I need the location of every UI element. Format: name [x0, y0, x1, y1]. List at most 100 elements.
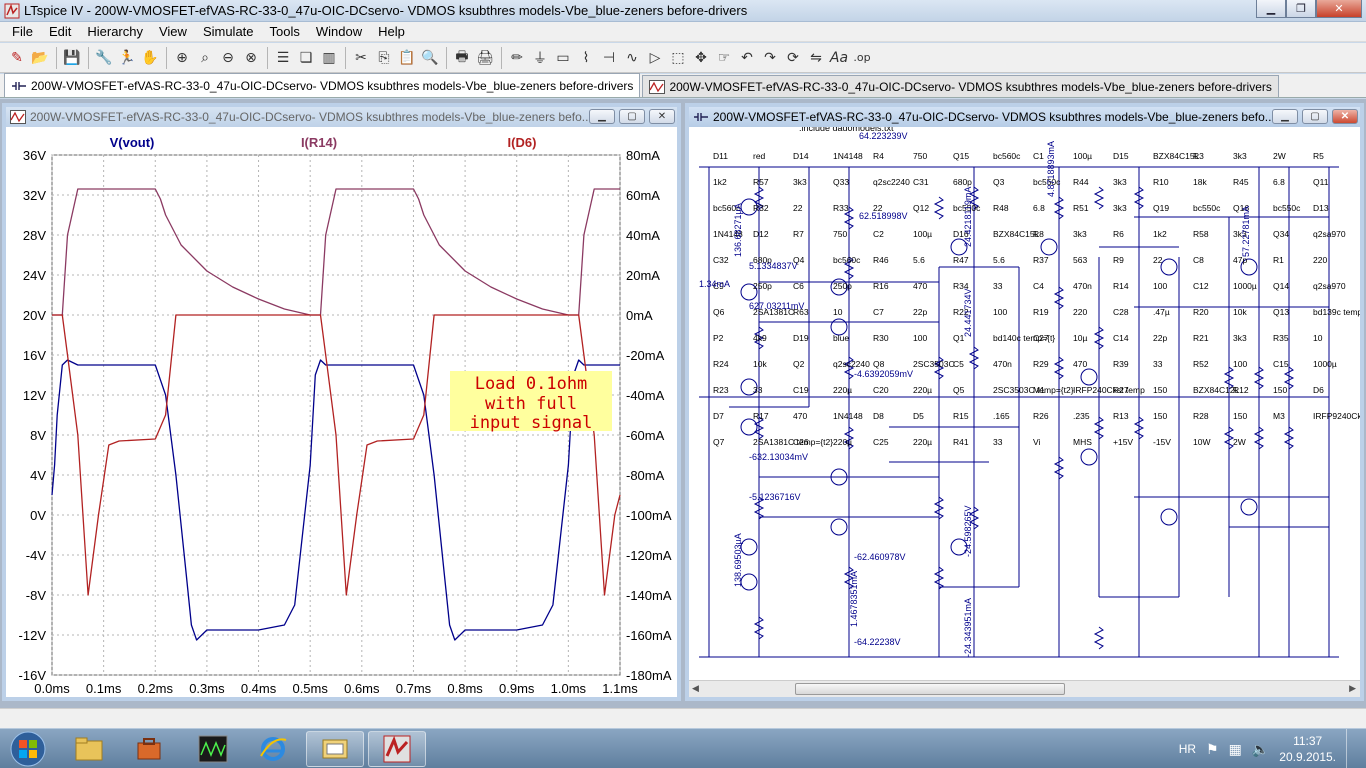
menu-simulate[interactable]: Simulate: [195, 24, 262, 39]
undo-icon[interactable]: ↶: [736, 47, 758, 69]
taskbar-explorer[interactable]: [60, 731, 118, 767]
print-icon[interactable]: 🖨: [474, 47, 496, 69]
window-controls: ▁ ❐ ✕: [1256, 0, 1362, 18]
halt-icon[interactable]: ✋: [139, 47, 161, 69]
spice-directive[interactable]: .include dadomodels.txt: [799, 127, 894, 133]
schematic-canvas[interactable]: D11 red D14 1N4148 R4 750 Q15 bc560c C1 100µ D15 BZ…: [689, 127, 1360, 681]
minimize-button[interactable]: ▁: [1256, 0, 1286, 18]
label-net-icon[interactable]: ▭: [552, 47, 574, 69]
component-label: 220µ: [913, 385, 932, 395]
open-file-icon[interactable]: 📂: [29, 47, 51, 69]
restore-button[interactable]: ❐: [1286, 0, 1316, 18]
transistor-symbol[interactable]: [1040, 238, 1058, 256]
taskbar-file-manager[interactable]: [306, 731, 364, 767]
waveform-window-title-bar[interactable]: 200W-VMOSFET-efVAS-RC-33-0_47u-OIC-DCser…: [6, 107, 677, 127]
maximize-button[interactable]: ▢: [1302, 109, 1328, 124]
close-button[interactable]: ✕: [649, 109, 675, 124]
taskbar-oscilloscope[interactable]: [184, 731, 242, 767]
menu-window[interactable]: Window: [308, 24, 370, 39]
annotation-line-2: with full: [485, 394, 577, 414]
action-center-flag-icon[interactable]: ⚑: [1206, 741, 1219, 758]
pan-icon[interactable]: ⌕: [194, 47, 216, 69]
taskbar-app-tools[interactable]: [120, 731, 178, 767]
scroll-right-icon[interactable]: ▶: [1349, 683, 1356, 694]
start-button[interactable]: [4, 731, 52, 767]
component-label: 2SC3503C: [913, 359, 955, 369]
waveform-plot[interactable]: 36V 32V 28V 24V 20V 16V 12V 8V 4V 0V -4V -8V -12V -16…: [6, 127, 677, 697]
clock[interactable]: 11:37 20.9.2015.: [1279, 733, 1336, 765]
transistor-symbol[interactable]: [830, 518, 848, 536]
copy-icon[interactable]: ⎘: [373, 47, 395, 69]
close-button[interactable]: ✕: [1332, 109, 1358, 124]
inductor-icon[interactable]: ∿: [621, 47, 643, 69]
move-icon[interactable]: ✥: [690, 47, 712, 69]
legend-entry[interactable]: I(R14): [301, 135, 337, 150]
volume-icon[interactable]: 🔈: [1252, 741, 1269, 758]
transistor-symbol[interactable]: [740, 573, 758, 591]
menu-edit[interactable]: Edit: [41, 24, 79, 39]
resistor-symbol[interactable]: [1093, 626, 1105, 650]
run-icon[interactable]: 🏃: [116, 47, 138, 69]
minimize-button[interactable]: ▁: [1272, 109, 1298, 124]
control-panel-icon[interactable]: 🔧: [93, 47, 115, 69]
component-icon[interactable]: ⬚: [667, 47, 689, 69]
transistor-symbol[interactable]: [740, 538, 758, 556]
mirror-icon[interactable]: ⇋: [805, 47, 827, 69]
legend-entry[interactable]: I(D6): [508, 135, 537, 150]
transistor-symbol[interactable]: [1240, 498, 1258, 516]
transistor-symbol[interactable]: [1160, 508, 1178, 526]
redo-icon[interactable]: ↷: [759, 47, 781, 69]
maximize-button[interactable]: ▢: [619, 109, 645, 124]
find-icon[interactable]: 🔍: [419, 47, 441, 69]
menu-hierarchy[interactable]: Hierarchy: [79, 24, 151, 39]
spice-directive-icon[interactable]: .op: [851, 47, 873, 69]
legend-entry[interactable]: V(vout): [110, 135, 155, 150]
menu-tools[interactable]: Tools: [262, 24, 308, 39]
component-label: 22: [1153, 255, 1163, 265]
taskbar-internet-explorer[interactable]: [244, 731, 302, 767]
diode-icon[interactable]: ▷: [644, 47, 666, 69]
tile-vertical-icon[interactable]: ▥: [318, 47, 340, 69]
minimize-button[interactable]: ▁: [589, 109, 615, 124]
save-icon[interactable]: 💾: [61, 47, 83, 69]
cascade-icon[interactable]: ❏: [295, 47, 317, 69]
drag-icon[interactable]: ☞: [713, 47, 735, 69]
show-desktop-button[interactable]: [1346, 729, 1358, 768]
capacitor-icon[interactable]: ⊣: [598, 47, 620, 69]
horizontal-scrollbar[interactable]: ◀ ▶: [689, 680, 1360, 697]
rotate-icon[interactable]: ⟳: [782, 47, 804, 69]
paste-icon[interactable]: 📋: [396, 47, 418, 69]
tab-waveform[interactable]: 200W-VMOSFET-efVAS-RC-33-0_47u-OIC-DCser…: [642, 75, 1279, 97]
menu-file[interactable]: File: [4, 24, 41, 39]
taskbar-ltspice[interactable]: [368, 731, 426, 767]
tab-schematic[interactable]: 200W-VMOSFET-efVAS-RC-33-0_47u-OIC-DCser…: [4, 73, 641, 97]
tile-horizontal-icon[interactable]: ☰: [272, 47, 294, 69]
resistor-symbol[interactable]: [1093, 186, 1105, 210]
transistor-symbol[interactable]: [1080, 448, 1098, 466]
close-button[interactable]: ✕: [1316, 0, 1362, 18]
x-tick-label: 0.8ms: [447, 681, 483, 696]
draw-wire-icon[interactable]: ✏: [506, 47, 528, 69]
resistor-icon[interactable]: ⌇: [575, 47, 597, 69]
text-icon[interactable]: Aa: [828, 47, 850, 69]
transistor-symbol[interactable]: [1160, 258, 1178, 276]
cut-icon[interactable]: ✂: [350, 47, 372, 69]
zoom-out-icon[interactable]: ⊖: [217, 47, 239, 69]
scrollbar-thumb[interactable]: [795, 683, 1065, 695]
schematic-window-title-bar[interactable]: 200W-VMOSFET-efVAS-RC-33-0_47u-OIC-DCser…: [689, 107, 1360, 127]
ground-icon[interactable]: ⏚: [529, 47, 551, 69]
zoom-in-icon[interactable]: ⊕: [171, 47, 193, 69]
menu-view[interactable]: View: [151, 24, 195, 39]
language-indicator[interactable]: HR: [1179, 742, 1196, 756]
component-label: 470n: [1073, 281, 1092, 291]
zoom-fit-icon[interactable]: ⊗: [240, 47, 262, 69]
scroll-left-icon[interactable]: ◀: [692, 683, 699, 694]
waveform-icon: [649, 79, 666, 94]
transistor-symbol[interactable]: [740, 418, 758, 436]
transistor-symbol[interactable]: [1080, 368, 1098, 386]
menu-help[interactable]: Help: [370, 24, 413, 39]
resistor-symbol[interactable]: [933, 196, 945, 220]
network-icon[interactable]: ▦: [1229, 741, 1242, 758]
print-setup-icon[interactable]: 🖶: [451, 47, 473, 69]
open-schematic-icon[interactable]: ✎: [6, 47, 28, 69]
